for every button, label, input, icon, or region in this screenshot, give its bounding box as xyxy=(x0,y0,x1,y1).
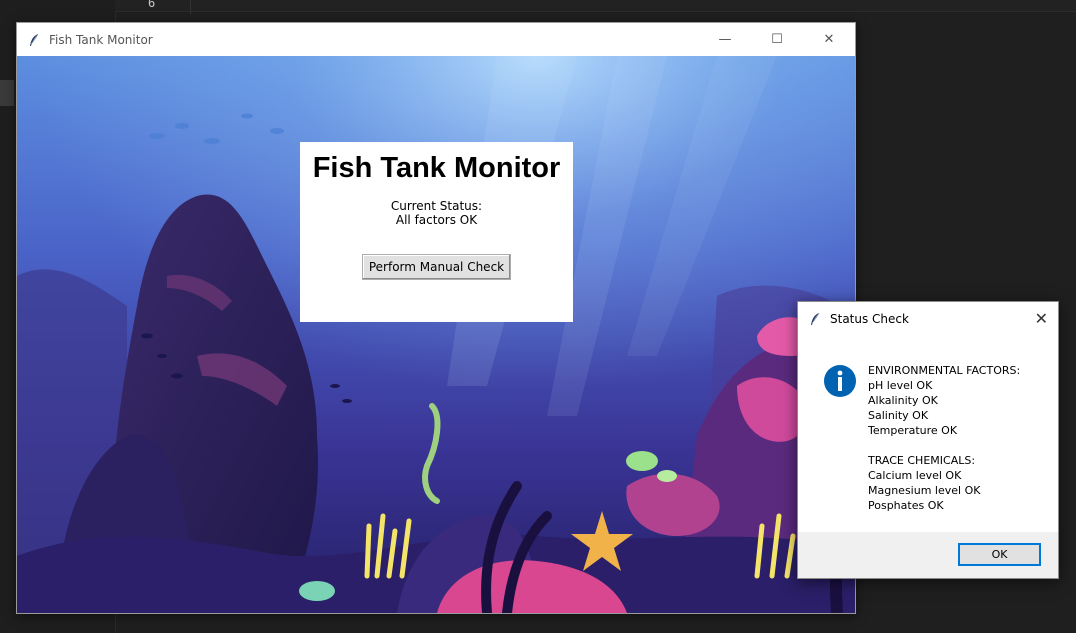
status-label: Current Status: xyxy=(390,199,483,213)
dialog-line: pH level OK xyxy=(868,379,933,392)
status-check-dialog: Status Check ✕ ENVIRONMENTAL FACTORS: pH… xyxy=(797,301,1059,579)
editor-sidebar-marker xyxy=(0,80,14,106)
window-title: Fish Tank Monitor xyxy=(49,32,153,47)
dialog-line: ENVIRONMENTAL FACTORS: xyxy=(868,364,1021,377)
line-number: 6 xyxy=(148,0,156,10)
main-window: Fish Tank Monitor — ☐ ✕ Fish Tank Monito… xyxy=(16,22,856,614)
app-heading: Fish Tank Monitor xyxy=(312,152,561,184)
perform-manual-check-button[interactable]: Perform Manual Check xyxy=(361,254,512,280)
dialog-line: Magnesium level OK xyxy=(868,484,981,497)
dialog-spacer xyxy=(868,438,1053,453)
close-button[interactable]: ✕ xyxy=(803,23,855,56)
dialog-title: Status Check xyxy=(830,311,909,326)
dialog-line: TRACE CHEMICALS: xyxy=(868,454,976,467)
dialog-line: Temperature OK xyxy=(868,424,958,437)
minimize-button[interactable]: — xyxy=(699,23,751,56)
editor-divider xyxy=(190,0,191,14)
dialog-line: Salinity OK xyxy=(868,409,929,422)
underwater-background-image xyxy=(17,56,855,613)
ok-button[interactable]: OK xyxy=(958,543,1041,566)
title-bar[interactable]: Fish Tank Monitor — ☐ ✕ xyxy=(17,23,855,56)
dialog-close-button[interactable]: ✕ xyxy=(1035,309,1048,328)
dialog-message: ENVIRONMENTAL FACTORS: pH level OK Alkal… xyxy=(868,363,1053,513)
monitor-panel: Fish Tank Monitor Current Status: All fa… xyxy=(300,142,573,322)
dialog-line: Alkalinity OK xyxy=(868,394,938,407)
dialog-line: Posphates OK xyxy=(868,499,944,512)
maximize-button[interactable]: ☐ xyxy=(751,23,803,56)
status-value: All factors OK xyxy=(395,213,478,227)
dialog-footer: OK xyxy=(798,532,1058,578)
info-icon xyxy=(824,365,856,397)
window-content: Fish Tank Monitor Current Status: All fa… xyxy=(17,56,855,613)
dialog-line: Calcium level OK xyxy=(868,469,962,482)
editor-topbar xyxy=(115,0,1076,12)
dialog-title-bar[interactable]: Status Check ✕ xyxy=(798,302,1058,335)
feather-icon xyxy=(811,312,820,325)
feather-icon xyxy=(30,33,39,46)
window-controls: — ☐ ✕ xyxy=(699,23,855,56)
